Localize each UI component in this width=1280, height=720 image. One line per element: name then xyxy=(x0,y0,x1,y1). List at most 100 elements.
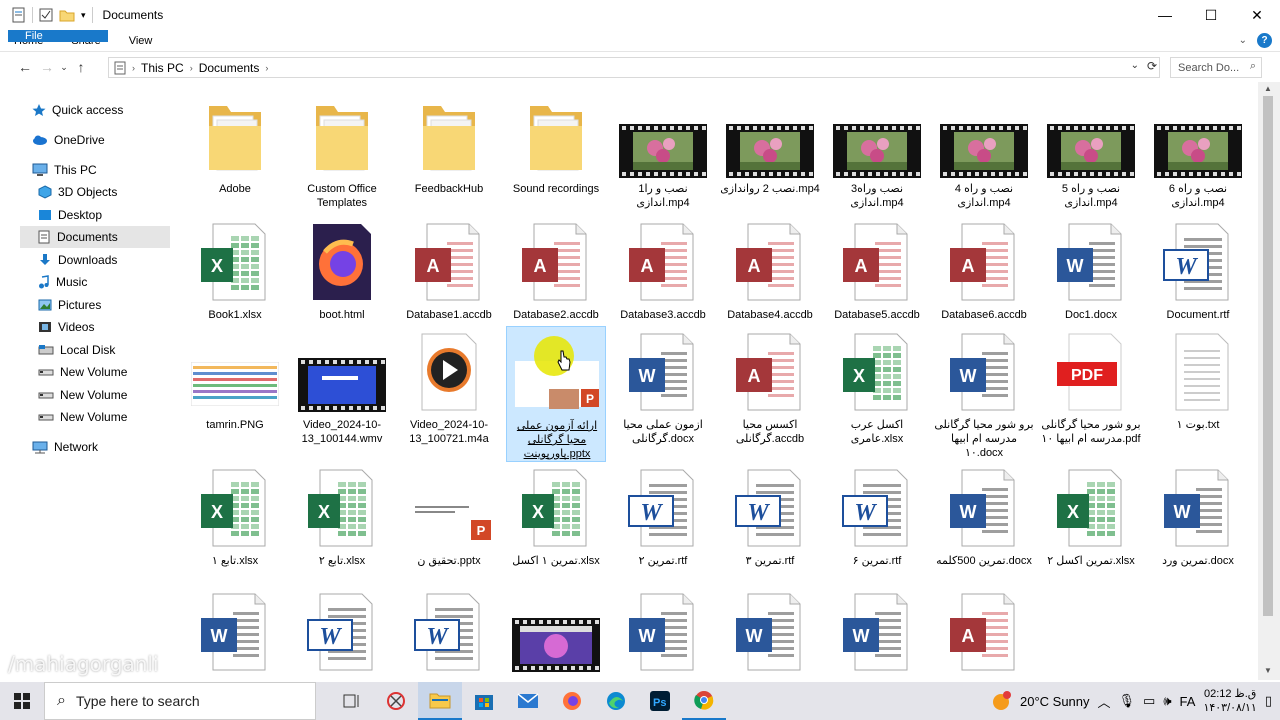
file-item[interactable]: X تمرین اکسل ۲.xlsx xyxy=(1041,468,1141,584)
toolbar-dropdown-icon[interactable]: ▾ xyxy=(81,10,86,21)
vertical-scrollbar[interactable]: ▲ ▼ xyxy=(1258,82,1280,680)
address-dropdown-icon[interactable]: ⌄ xyxy=(1131,60,1139,71)
file-item[interactable]: A Database1.accdb xyxy=(399,222,499,338)
file-item[interactable]: X Book1.xlsx xyxy=(185,222,285,338)
file-item[interactable]: PDF برو شور محیا گرگانلی مدرسه ام ابیها ۱… xyxy=(1041,332,1141,448)
sidebar-item-onedrive[interactable]: OneDrive xyxy=(32,129,105,151)
close-button[interactable]: ✕ xyxy=(1234,0,1280,30)
sidebar-item-new-volume[interactable]: New Volume xyxy=(38,361,127,383)
new-folder-icon[interactable] xyxy=(59,8,75,22)
folder-item[interactable]: Custom Office Templates xyxy=(292,98,392,214)
address-bar[interactable]: › This PC › Documents › ⌄ ⟳ xyxy=(108,57,1160,78)
file-item[interactable]: X تابع ۲.xlsx xyxy=(292,468,392,584)
file-item[interactable]: نصب و راه 6 اندازی.mp4 xyxy=(1148,98,1248,214)
sidebar-item-documents[interactable]: Documents xyxy=(20,226,170,248)
file-item[interactable]: W xyxy=(185,592,285,682)
file-item[interactable]: W Document.rtf xyxy=(1148,222,1248,338)
search-box[interactable]: Search Do... ⌕ xyxy=(1170,57,1262,78)
file-item[interactable]: X تابع ۱.xlsx xyxy=(185,468,285,584)
sidebar-item-local-disk[interactable]: Local Disk xyxy=(38,339,115,361)
recent-dropdown-icon[interactable]: ⌄ xyxy=(58,62,70,73)
file-item[interactable]: A xyxy=(934,592,1034,682)
minimize-button[interactable]: — xyxy=(1142,0,1188,30)
file-item[interactable]: W xyxy=(720,592,820,682)
file-item[interactable]: نصب 2 رواندازی.mp4 xyxy=(720,98,820,214)
sidebar-item-pictures[interactable]: Pictures xyxy=(38,294,101,316)
folder-item[interactable]: FeedbackHub xyxy=(399,98,499,214)
snipping-tool-icon[interactable] xyxy=(374,682,418,720)
file-item[interactable]: Video_2024-10-13_100144.wmv xyxy=(292,332,392,448)
sidebar-item-desktop[interactable]: Desktop xyxy=(38,204,102,226)
sidebar-item-new-volume[interactable]: New Volume xyxy=(38,406,127,428)
file-item[interactable]: 3نصب وراه اندازی.mp4 xyxy=(827,98,927,214)
start-button[interactable] xyxy=(0,682,44,720)
file-item[interactable]: A Database4.accdb xyxy=(720,222,820,338)
refresh-icon[interactable]: ⟳ xyxy=(1147,59,1157,73)
network-tray-icon[interactable]: ▭ xyxy=(1143,693,1155,709)
photoshop-icon[interactable]: Ps xyxy=(638,682,682,720)
file-item[interactable]: W xyxy=(827,592,927,682)
file-item[interactable]: W xyxy=(292,592,392,682)
file-item[interactable]: W ازمون عملی محیا گرگانلی.docx xyxy=(613,332,713,448)
file-item[interactable]: 1نصب و را اندازی.mp4 xyxy=(613,98,713,214)
sidebar-item-this-pc[interactable]: This PC xyxy=(32,159,97,181)
forward-icon[interactable]: → xyxy=(36,59,58,75)
language-indicator[interactable]: FA xyxy=(1180,694,1196,709)
sidebar-item-downloads[interactable]: Downloads xyxy=(38,249,117,271)
folder-item[interactable]: Sound recordings xyxy=(506,98,606,214)
breadcrumb-this-pc[interactable]: This PC xyxy=(135,61,190,75)
store-icon[interactable] xyxy=(462,682,506,720)
sidebar-item-quick-access[interactable]: Quick access xyxy=(32,99,123,121)
file-item[interactable]: A Database6.accdb xyxy=(934,222,1034,338)
tab-file[interactable]: File xyxy=(8,30,108,42)
file-item[interactable]: Video_2024-10-13_100721.m4a xyxy=(399,332,499,448)
file-item[interactable]: W تمرین ۳.rtf xyxy=(720,468,820,584)
checkbox-icon[interactable] xyxy=(39,8,53,22)
sidebar-item-3d-objects[interactable]: 3D Objects xyxy=(38,181,117,203)
help-icon[interactable]: ? xyxy=(1257,33,1272,48)
maximize-button[interactable]: ☐ xyxy=(1188,0,1234,30)
file-explorer-icon[interactable] xyxy=(418,682,462,720)
properties-icon[interactable] xyxy=(12,7,26,23)
file-item[interactable]: W xyxy=(399,592,499,682)
mail-icon[interactable] xyxy=(506,682,550,720)
file-item[interactable]: A Database5.accdb xyxy=(827,222,927,338)
file-item[interactable]: بوت ۱.txt xyxy=(1148,332,1248,448)
scrollbar-thumb[interactable] xyxy=(1263,96,1273,616)
volume-icon[interactable]: 🕪 xyxy=(1163,693,1171,709)
microphone-icon[interactable]: 🎙 xyxy=(1119,693,1136,709)
chrome-icon[interactable] xyxy=(682,682,726,720)
file-item[interactable]: W برو شور محیا گرگانلی مدرسه ام ابیها ۱۰.… xyxy=(934,332,1034,459)
file-item[interactable]: W تمرین ۶.rtf xyxy=(827,468,927,584)
file-item[interactable] xyxy=(506,592,606,682)
task-view-icon[interactable] xyxy=(330,682,374,720)
weather-text[interactable]: 20°C Sunny xyxy=(1020,694,1090,709)
file-item[interactable]: P تحقیق ن.pptx xyxy=(399,468,499,584)
ribbon-expand-icon[interactable]: ⌄ xyxy=(1239,35,1247,46)
breadcrumb-documents[interactable]: Documents xyxy=(193,61,266,75)
folder-item[interactable]: Adobe xyxy=(185,98,285,214)
file-item[interactable]: W تمرین 500کلمه.docx xyxy=(934,468,1034,584)
file-item[interactable]: W Doc1.docx xyxy=(1041,222,1141,338)
sidebar-item-network[interactable]: Network xyxy=(32,436,98,458)
file-item[interactable]: tamrin.PNG xyxy=(185,332,285,448)
sidebar-item-videos[interactable]: Videos xyxy=(38,316,94,338)
clock[interactable]: ق.ظ 02:12 ۱۴۰۳/۰۸/۱۱ xyxy=(1203,687,1256,715)
file-item[interactable]: A Database3.accdb xyxy=(613,222,713,338)
weather-icon[interactable] xyxy=(990,690,1012,712)
sidebar-item-new-volume[interactable]: New Volume xyxy=(38,384,127,406)
file-item[interactable]: X تمرین ۱ اکسل.xlsx xyxy=(506,468,606,584)
firefox-icon[interactable] xyxy=(550,682,594,720)
file-item[interactable]: W تمرین ورد.docx xyxy=(1148,468,1248,584)
taskbar-search-input[interactable]: Type here to search xyxy=(76,693,200,709)
file-item[interactable]: X اکسل عرب عامری.xlsx xyxy=(827,332,927,448)
sidebar-item-music[interactable]: Music xyxy=(38,271,87,293)
edge-icon[interactable] xyxy=(594,682,638,720)
file-item[interactable]: boot.html xyxy=(292,222,392,338)
file-item[interactable]: W xyxy=(613,592,713,682)
file-item[interactable]: W تمرین ۲.rtf xyxy=(613,468,713,584)
file-item[interactable]: A اکسس محیا گرگانلی.accdb xyxy=(720,332,820,448)
scroll-down-icon[interactable]: ▼ xyxy=(1264,666,1272,675)
back-icon[interactable]: ← xyxy=(14,59,36,75)
notifications-icon[interactable]: ▯ xyxy=(1265,693,1272,709)
